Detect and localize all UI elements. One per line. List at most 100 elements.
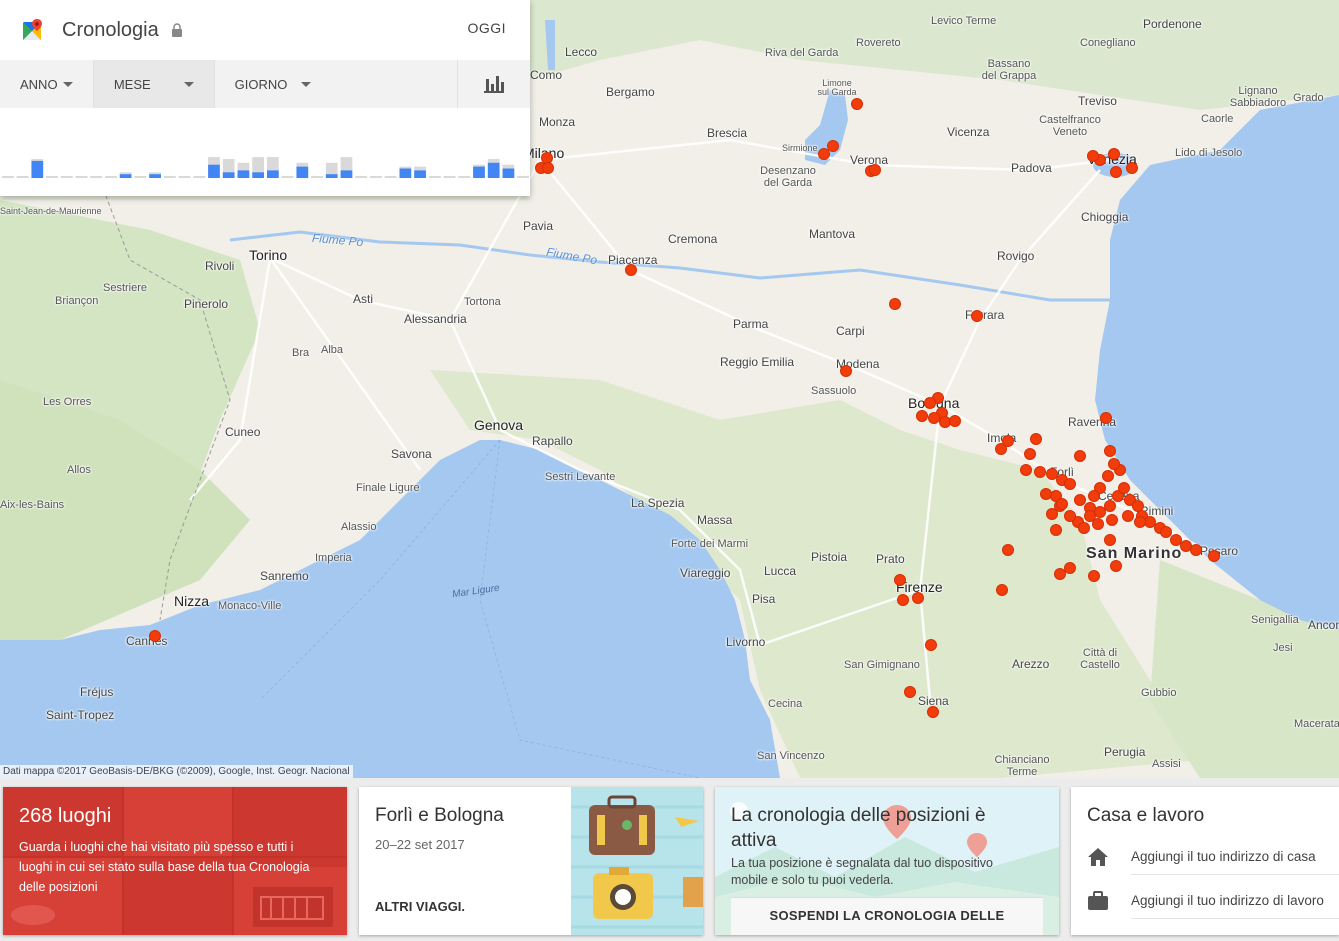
histogram-bar[interactable]: [2, 176, 14, 178]
histogram-bar[interactable]: [487, 162, 500, 178]
day-dropdown[interactable]: GIORNO: [215, 60, 457, 108]
add-home-address-row[interactable]: Aggiungi il tuo indirizzo di casa: [1087, 839, 1339, 875]
visit-marker[interactable]: [1134, 516, 1146, 528]
visit-marker[interactable]: [927, 706, 939, 718]
visit-marker[interactable]: [1040, 488, 1052, 500]
histogram-bar[interactable]: [31, 160, 44, 178]
histogram-bar[interactable]: [252, 172, 264, 178]
today-button[interactable]: OGGI: [467, 20, 506, 36]
histogram-bar[interactable]: [281, 176, 294, 178]
visit-marker[interactable]: [1056, 498, 1068, 510]
visit-marker[interactable]: [1020, 464, 1032, 476]
visit-marker[interactable]: [1087, 150, 1099, 162]
visit-marker[interactable]: [1108, 458, 1120, 470]
visit-marker[interactable]: [1118, 482, 1130, 494]
visit-marker[interactable]: [818, 148, 830, 160]
visit-marker[interactable]: [1002, 435, 1014, 447]
visit-marker[interactable]: [1100, 412, 1112, 424]
visit-marker[interactable]: [889, 298, 901, 310]
visit-marker[interactable]: [1064, 562, 1076, 574]
visit-marker[interactable]: [916, 410, 928, 422]
histogram-bar[interactable]: [105, 176, 117, 178]
visit-marker[interactable]: [1064, 478, 1076, 490]
year-dropdown[interactable]: ANNO: [0, 60, 94, 108]
histogram-bar[interactable]: [399, 168, 412, 179]
visit-marker[interactable]: [1110, 560, 1122, 572]
histogram-bar[interactable]: [16, 176, 29, 178]
visit-marker[interactable]: [542, 162, 554, 174]
histogram-bar[interactable]: [355, 176, 368, 178]
visit-marker[interactable]: [1104, 534, 1116, 546]
histogram-bar[interactable]: [340, 170, 353, 178]
pause-history-button[interactable]: SOSPENDI LA CRONOLOGIA DELLE: [731, 897, 1043, 935]
histogram-bar[interactable]: [90, 176, 103, 178]
histogram-bar[interactable]: [222, 172, 235, 178]
visit-marker[interactable]: [851, 98, 863, 110]
histogram-bar[interactable]: [193, 176, 206, 178]
more-trips-button[interactable]: ALTRI VIAGGI.: [375, 899, 465, 914]
visit-marker[interactable]: [897, 594, 909, 606]
visit-marker[interactable]: [625, 264, 637, 276]
visit-marker[interactable]: [1030, 433, 1042, 445]
visit-marker[interactable]: [149, 630, 161, 642]
visit-marker[interactable]: [1034, 466, 1046, 478]
histogram-bar[interactable]: [208, 164, 220, 178]
visit-marker[interactable]: [894, 574, 906, 586]
visit-marker[interactable]: [1002, 544, 1014, 556]
visit-marker[interactable]: [1208, 550, 1220, 562]
visit-marker[interactable]: [1108, 148, 1120, 160]
location-history-card[interactable]: La cronologia delle posizioni è attiva L…: [715, 787, 1059, 935]
add-work-address-row[interactable]: Aggiungi il tuo indirizzo di lavoro: [1087, 883, 1339, 919]
histogram-bar[interactable]: [384, 176, 397, 178]
histogram-bar[interactable]: [60, 176, 73, 178]
visit-marker[interactable]: [1074, 450, 1086, 462]
histogram-bar[interactable]: [149, 174, 161, 178]
histogram-bar[interactable]: [237, 170, 250, 178]
visit-marker[interactable]: [1046, 508, 1058, 520]
visit-marker[interactable]: [1104, 445, 1116, 457]
visit-marker[interactable]: [1190, 544, 1202, 556]
visit-marker[interactable]: [1088, 570, 1100, 582]
visit-marker[interactable]: [924, 397, 936, 409]
visit-marker[interactable]: [1024, 448, 1036, 460]
visit-marker[interactable]: [869, 164, 881, 176]
visit-marker[interactable]: [1106, 514, 1118, 526]
visit-marker[interactable]: [1126, 162, 1138, 174]
histogram-bar[interactable]: [473, 166, 485, 178]
histogram-bar[interactable]: [370, 176, 382, 178]
visit-marker[interactable]: [1102, 470, 1114, 482]
month-dropdown[interactable]: MESE: [93, 60, 215, 108]
visit-marker[interactable]: [1064, 510, 1076, 522]
visit-marker[interactable]: [840, 365, 852, 377]
histogram-bar[interactable]: [119, 174, 132, 178]
histogram-bar[interactable]: [178, 176, 191, 178]
activity-histogram[interactable]: [0, 140, 530, 178]
trips-card[interactable]: Forlì e Bologna 20–22 set 2017 ALTRI VIA…: [359, 787, 703, 935]
visit-marker[interactable]: [1110, 166, 1122, 178]
visit-marker[interactable]: [996, 584, 1008, 596]
visit-marker[interactable]: [1104, 500, 1116, 512]
histogram-bar[interactable]: [267, 170, 279, 178]
visit-marker[interactable]: [904, 686, 916, 698]
histogram-bar[interactable]: [75, 176, 88, 178]
histogram-bar[interactable]: [414, 170, 426, 178]
visit-marker[interactable]: [949, 415, 961, 427]
visit-marker[interactable]: [912, 592, 924, 604]
visit-marker[interactable]: [1122, 510, 1134, 522]
histogram-bar[interactable]: [428, 176, 441, 178]
histogram-bar[interactable]: [311, 176, 323, 178]
histogram-bar[interactable]: [443, 176, 456, 178]
histogram-toggle-button[interactable]: [457, 60, 530, 108]
visit-marker[interactable]: [1088, 490, 1100, 502]
visit-marker[interactable]: [925, 639, 937, 651]
histogram-bar[interactable]: [296, 166, 309, 178]
visit-marker[interactable]: [971, 310, 983, 322]
visit-marker[interactable]: [1078, 522, 1090, 534]
histogram-bar[interactable]: [458, 176, 471, 178]
visit-marker[interactable]: [1092, 518, 1104, 530]
histogram-bar[interactable]: [502, 168, 515, 179]
histogram-bar[interactable]: [517, 176, 529, 178]
histogram-bar[interactable]: [163, 176, 176, 178]
histogram-bar[interactable]: [325, 174, 338, 178]
histogram-bar[interactable]: [46, 176, 58, 178]
